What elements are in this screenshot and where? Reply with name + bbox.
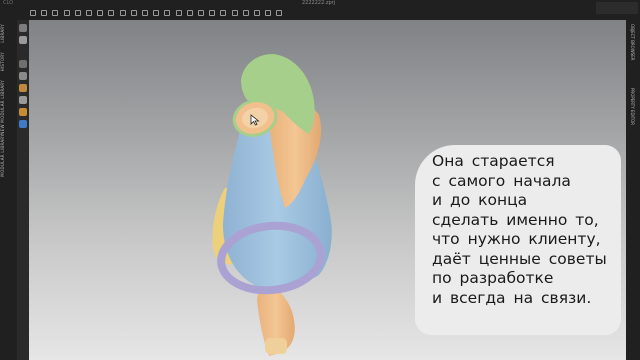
record-icon[interactable] [276,10,283,16]
grid-icon[interactable] [153,10,160,16]
tab-modular-library[interactable]: MODULAR LIBRARY [0,134,8,177]
caption-line-7: по разработке [432,269,554,287]
seam-icon[interactable] [119,10,126,16]
camera-icon[interactable] [220,10,227,16]
light-icon[interactable] [19,108,27,116]
render-icon[interactable] [231,10,238,16]
top-toolbar: CLO 2222222.zprj [0,0,640,21]
bottom-cuff [265,338,287,354]
simulate-icon[interactable] [254,10,260,16]
caption-line-1: Она старается [432,152,555,170]
pin-icon[interactable] [74,10,81,16]
hanger-icon[interactable] [19,84,27,92]
select-icon[interactable] [30,10,36,16]
caption-bubble: Она старается с самого начала и до конца… [415,145,621,335]
pin-display-icon[interactable] [19,96,27,104]
caption-line-4: сделать именно то, [432,210,599,229]
left-panel-tabs: LIBRARY HISTORY NEW MODULAR LIBRARY MODU… [0,20,17,360]
button-icon[interactable] [186,10,193,16]
move-icon[interactable] [41,10,48,16]
caption-line-5: что нужно клиенту, [432,230,601,248]
layer-icon[interactable] [142,10,148,16]
fabric-icon[interactable] [175,10,182,16]
viewport-side-tools [17,20,29,360]
zipper-icon[interactable] [198,10,204,16]
avatar-icon[interactable] [242,10,249,16]
file-title: 2222222.zprj [302,0,336,6]
tack-icon[interactable] [130,10,137,16]
camera-view-icon[interactable] [19,120,27,128]
measure-icon[interactable] [209,10,216,16]
mouse-cursor-icon [250,114,260,126]
fold-icon[interactable] [108,10,115,16]
caption-line-3: и до конца [432,191,528,209]
garment-display-icon[interactable] [19,60,27,68]
app-name: CLO [3,0,14,6]
tab-property-editor[interactable]: PROPERTY EDITOR [630,88,635,125]
settings-icon[interactable] [265,10,272,16]
tab-new-modular-library[interactable]: NEW MODULAR LIBRARY [0,80,8,135]
sew-icon[interactable] [63,10,70,16]
texture-display-icon[interactable] [19,72,27,80]
clo3d-window: CLO 2222222.zprj LIBRARY HISTORY NEW MOD… [0,0,640,360]
tab-object-browser[interactable]: OBJECT BROWSER [630,24,635,61]
avatar-display-icon[interactable] [19,36,27,44]
toolbar-right-panel [596,2,638,14]
edit-curve-icon[interactable] [97,10,104,16]
display-mode-icon[interactable] [19,24,27,32]
caption-line-2: с самого начала [432,171,571,190]
caption-line-6: даёт ценные советы [432,249,607,268]
caption-line-8: и всегда на связи. [432,288,592,307]
segment-icon[interactable] [86,10,92,16]
right-panel-tabs: OBJECT BROWSER PROPERTY EDITOR [626,20,640,360]
tab-library[interactable]: LIBRARY [0,24,8,43]
rotate-icon[interactable] [52,10,59,16]
tab-history[interactable]: HISTORY [0,52,8,71]
texture-icon[interactable] [164,10,171,16]
